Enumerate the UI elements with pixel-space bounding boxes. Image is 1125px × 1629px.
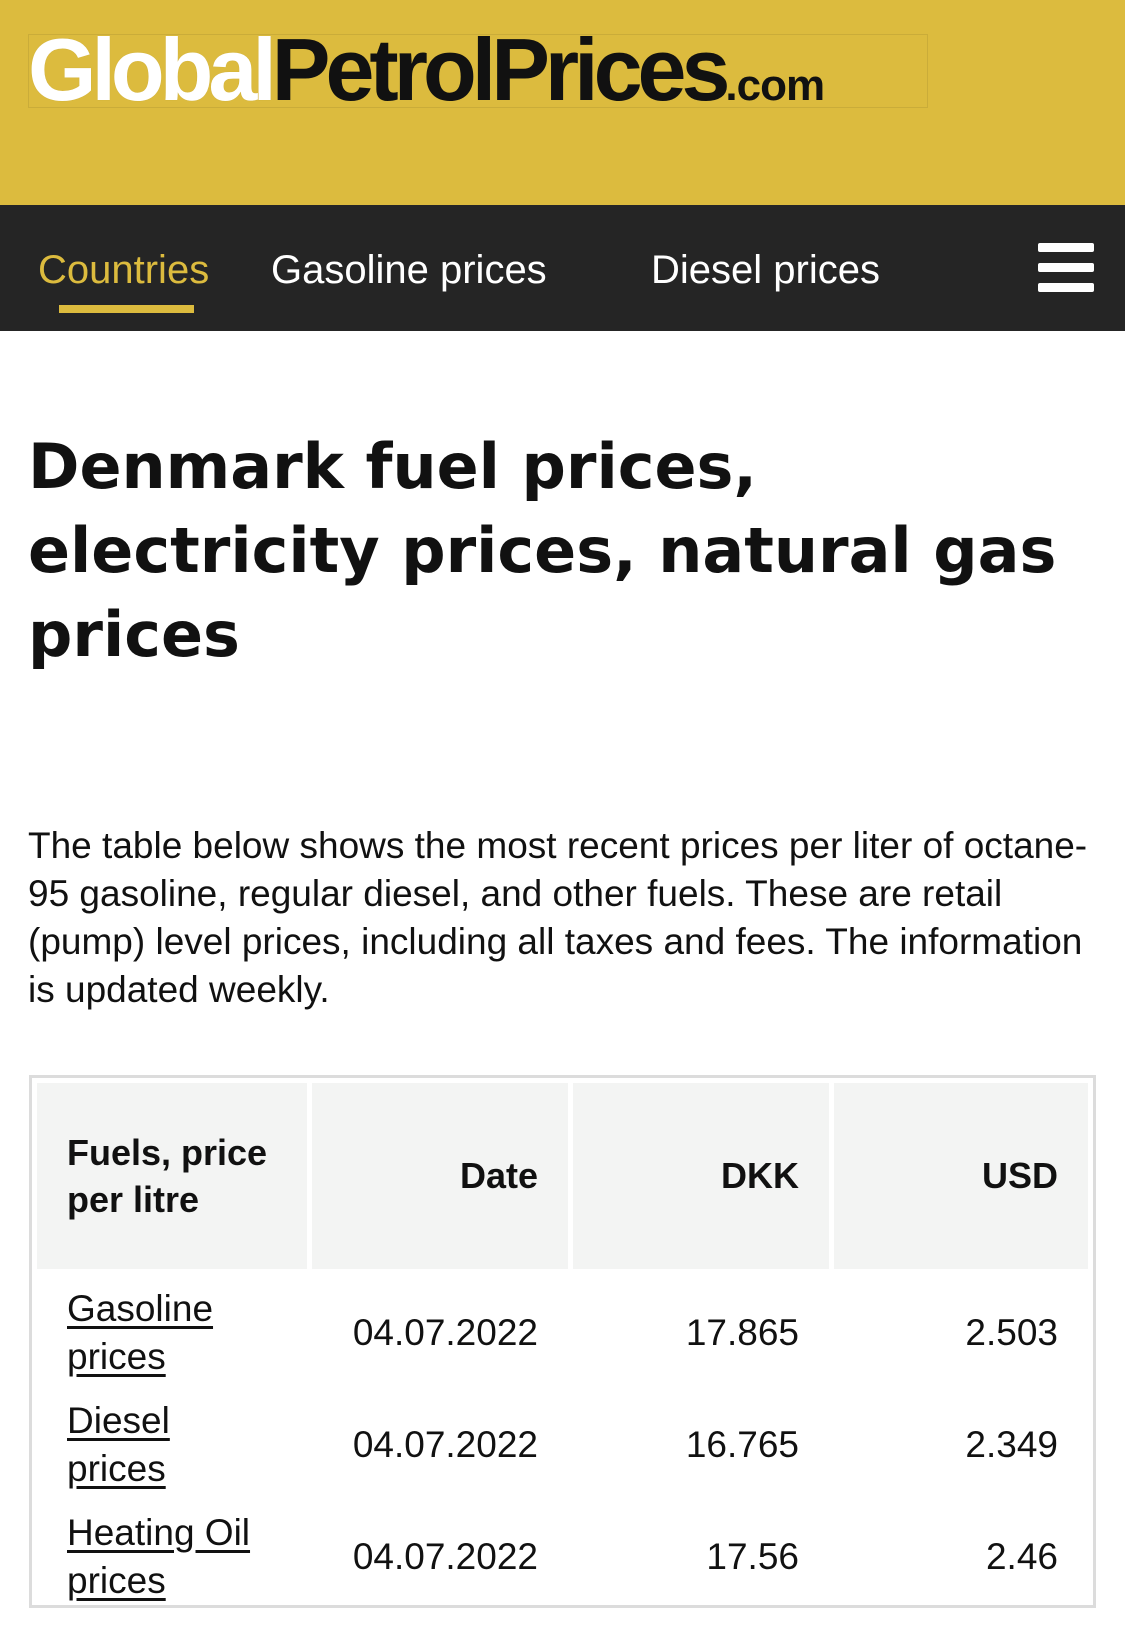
active-tab-indicator (59, 305, 194, 313)
page-title: Denmark fuel prices, electricity prices,… (28, 430, 1057, 671)
logo-com-text: .com (725, 61, 825, 110)
heating-oil-prices-link[interactable]: Heating Oil prices (67, 1512, 250, 1601)
column-header-date: Date (312, 1083, 568, 1269)
column-header-fuel: Fuels, price per litre (37, 1083, 307, 1269)
fuel-prices-table: Fuels, price per litre Date DKK USD Gaso… (32, 1083, 1093, 1621)
fuel-cell: Heating Oil prices (37, 1493, 307, 1621)
usd-cell: 2.349 (965, 1424, 1058, 1465)
dkk-cell: 17.865 (685, 1312, 799, 1353)
site-logo[interactable]: GlobalPetrolPrices.com (28, 26, 928, 114)
date-cell: 04.07.2022 (352, 1312, 538, 1353)
diesel-prices-link[interactable]: Diesel prices (67, 1400, 170, 1489)
hamburger-line (1038, 263, 1094, 272)
usd-cell: 2.503 (965, 1312, 1058, 1353)
gasoline-prices-link[interactable]: Gasoline prices (67, 1288, 213, 1377)
table-row: Heating Oil prices 04.07.2022 17.56 2.46 (37, 1493, 1088, 1621)
date-cell: 04.07.2022 (352, 1424, 538, 1465)
usd-cell: 2.46 (985, 1536, 1058, 1577)
logo-global-text: Global (28, 20, 277, 119)
fuel-cell: Diesel prices (37, 1397, 307, 1493)
date-cell: 04.07.2022 (352, 1536, 538, 1577)
nav-item-diesel-prices[interactable]: Diesel prices (651, 245, 880, 295)
column-header-usd: USD (834, 1083, 1088, 1269)
intro-paragraph: The table below shows the most recent pr… (28, 825, 1088, 1010)
logo-petrolprices-text: PetrolPrices (271, 20, 731, 119)
fuel-prices-table-container: Fuels, price per litre Date DKK USD Gaso… (29, 1075, 1096, 1608)
table-header-row: Fuels, price per litre Date DKK USD (37, 1083, 1088, 1269)
nav-item-gasoline-prices[interactable]: Gasoline prices (271, 245, 547, 295)
hamburger-menu-icon[interactable] (1038, 243, 1094, 293)
nav-item-countries[interactable]: Countries (38, 245, 209, 295)
table-row: Gasoline prices 04.07.2022 17.865 2.503 (37, 1269, 1088, 1397)
hamburger-line (1038, 283, 1094, 292)
column-header-dkk: DKK (573, 1083, 829, 1269)
dkk-cell: 16.765 (685, 1424, 799, 1465)
fuel-cell: Gasoline prices (37, 1269, 307, 1397)
table-row: Diesel prices 04.07.2022 16.765 2.349 (37, 1397, 1088, 1493)
site-header: GlobalPetrolPrices.com (0, 0, 1125, 205)
dkk-cell: 17.56 (706, 1536, 799, 1577)
hamburger-line (1038, 243, 1094, 252)
